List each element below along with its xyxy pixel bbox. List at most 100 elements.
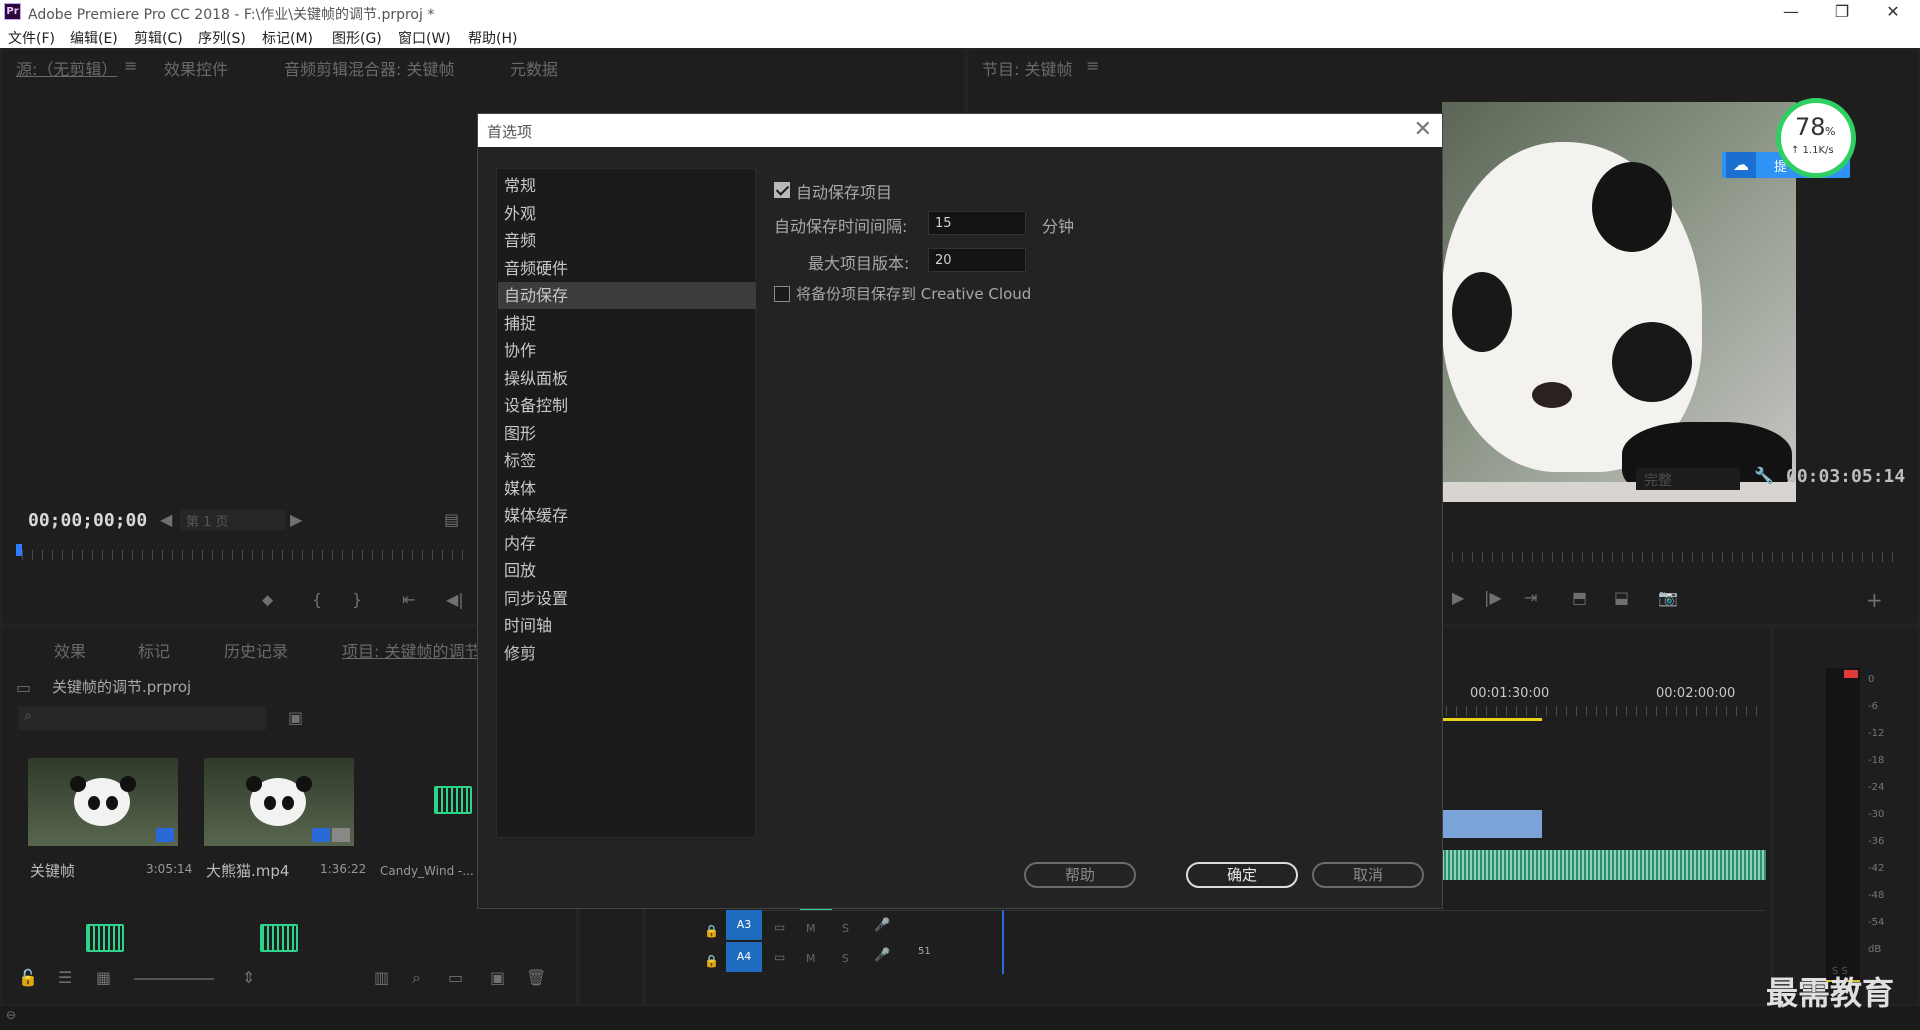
tab-source[interactable]: 源:（无剪辑） xyxy=(16,56,117,80)
lock-icon[interactable]: 🔒 xyxy=(704,954,719,968)
cloud-backup-checkbox[interactable] xyxy=(774,286,790,302)
maximize-button[interactable]: ❐ xyxy=(1827,2,1857,21)
automate-icon[interactable]: ▥ xyxy=(374,968,389,987)
wrench-icon[interactable]: 🔧 xyxy=(1754,466,1774,485)
category-playback[interactable]: 回放 xyxy=(498,557,756,584)
tab-effects[interactable]: 效果 xyxy=(54,638,86,662)
category-media-cache[interactable]: 媒体缓存 xyxy=(498,502,756,529)
clip-thumbnail-panda[interactable] xyxy=(204,758,354,846)
prev-page-icon[interactable]: ◀ xyxy=(160,510,172,529)
tab-program-menu-icon[interactable]: ≡ xyxy=(1086,56,1099,75)
new-bin-search-icon[interactable]: ▣ xyxy=(288,708,303,727)
category-media[interactable]: 媒体 xyxy=(498,475,756,502)
category-trim[interactable]: 修剪 xyxy=(498,640,756,667)
mark-in-icon[interactable]: { xyxy=(312,590,322,609)
solo-button[interactable]: S xyxy=(842,922,849,935)
source-timecode[interactable]: 00;00;00;00 xyxy=(28,510,147,531)
step-back-icon[interactable]: ◀| xyxy=(446,590,464,609)
go-to-out-icon[interactable]: ⇥ xyxy=(1524,588,1537,607)
new-item-icon[interactable]: ▣ xyxy=(490,968,505,987)
menu-file[interactable]: 文件(F) xyxy=(8,28,55,48)
mic-icon[interactable]: 🎤 xyxy=(874,948,890,963)
category-control-surface[interactable]: 操纵面板 xyxy=(498,365,756,392)
list-view-icon[interactable]: ☰ xyxy=(58,968,72,987)
network-speed-widget[interactable]: 78 % ↑ 1.1K/s xyxy=(1776,98,1856,178)
source-ruler[interactable] xyxy=(22,550,472,560)
new-bin-icon[interactable]: ▭ xyxy=(448,968,463,987)
timeline-ruler[interactable] xyxy=(1436,706,1766,716)
clip-name[interactable]: 大熊猫.mp4 xyxy=(206,860,289,881)
add-button-icon[interactable]: + xyxy=(1866,588,1883,612)
next-page-icon[interactable]: ▶ xyxy=(290,510,302,529)
menu-window[interactable]: 窗口(W) xyxy=(398,28,451,48)
project-search-input[interactable]: ⌕ xyxy=(18,706,266,730)
menu-clip[interactable]: 剪辑(C) xyxy=(134,28,183,48)
category-auto-save[interactable]: 自动保存 xyxy=(498,282,756,309)
close-window-button[interactable]: ✕ xyxy=(1878,2,1908,21)
solo-button[interactable]: S xyxy=(842,952,849,965)
mic-icon[interactable]: 🎤 xyxy=(874,918,890,933)
video-clip[interactable] xyxy=(1436,810,1542,838)
category-labels[interactable]: 标签 xyxy=(498,447,756,474)
tab-audio-clip-mixer[interactable]: 音频剪辑混合器: 关键帧 xyxy=(284,56,454,80)
tab-markers[interactable]: 标记 xyxy=(138,638,170,662)
sync-lock-icon[interactable]: ▭ xyxy=(774,950,785,964)
status-icon[interactable]: ⊖ xyxy=(6,1008,16,1022)
category-collaboration[interactable]: 协作 xyxy=(498,337,756,364)
tab-program[interactable]: 节目: 关键帧 xyxy=(982,56,1072,80)
clip-name[interactable]: 关键帧 xyxy=(30,860,75,881)
work-area-bar[interactable] xyxy=(1436,718,1542,721)
category-audio-hardware[interactable]: 音频硬件 xyxy=(498,255,756,282)
track-a4-target[interactable]: A4 xyxy=(726,942,762,972)
mute-button[interactable]: M xyxy=(806,922,816,935)
track-a3-target[interactable]: A3 xyxy=(726,910,762,940)
category-capture[interactable]: 捕捉 xyxy=(498,310,756,337)
tab-source-menu-icon[interactable]: ≡ xyxy=(124,56,137,75)
icon-view-icon[interactable]: ▦ xyxy=(96,968,111,987)
category-graphics[interactable]: 图形 xyxy=(498,420,756,447)
menu-help[interactable]: 帮助(H) xyxy=(468,28,517,48)
tab-effect-controls[interactable]: 效果控件 xyxy=(164,56,228,80)
interval-input[interactable]: 15 xyxy=(928,211,1026,235)
audio-clip-waveform[interactable] xyxy=(1436,850,1766,880)
lift-icon[interactable]: ⬒ xyxy=(1572,588,1587,607)
mute-button[interactable]: M xyxy=(806,952,816,965)
category-timeline[interactable]: 时间轴 xyxy=(498,612,756,639)
cancel-button[interactable]: 取消 xyxy=(1312,862,1424,888)
program-timecode[interactable]: 00:03:05:14 xyxy=(1786,466,1905,487)
lock-icon[interactable]: 🔒 xyxy=(704,924,719,938)
category-appearance[interactable]: 外观 xyxy=(498,200,756,227)
export-frame-icon[interactable]: 📷 xyxy=(1658,588,1678,607)
clip-name[interactable]: Candy_Wind -... xyxy=(380,864,474,878)
category-audio[interactable]: 音频 xyxy=(498,227,756,254)
zoom-slider[interactable] xyxy=(134,978,214,980)
category-memory[interactable]: 内存 xyxy=(498,530,756,557)
audio-clip-icon[interactable] xyxy=(86,924,124,952)
tab-project[interactable]: 项目: 关键帧的调节 xyxy=(342,638,480,662)
help-button[interactable]: 帮助 xyxy=(1024,862,1136,888)
step-forward-icon[interactable]: |▶ xyxy=(1484,588,1502,607)
extract-icon[interactable]: ⬓ xyxy=(1614,588,1629,607)
sort-icon[interactable]: ⇕ xyxy=(242,968,255,987)
mark-out-icon[interactable]: } xyxy=(352,590,362,609)
audio-clip-icon[interactable] xyxy=(434,786,472,814)
menu-sequence[interactable]: 序列(S) xyxy=(198,28,246,48)
category-device-control[interactable]: 设备控制 xyxy=(498,392,756,419)
ok-button[interactable]: 确定 xyxy=(1186,862,1298,888)
menu-graphics[interactable]: 图形(G) xyxy=(332,28,382,48)
max-versions-input[interactable]: 20 xyxy=(928,248,1026,272)
sync-lock-icon[interactable]: ▭ xyxy=(774,920,785,934)
page-select[interactable]: 第 1 页 xyxy=(180,510,286,530)
minimize-button[interactable]: — xyxy=(1776,2,1806,21)
tab-metadata[interactable]: 元数据 xyxy=(510,56,558,80)
program-ruler[interactable] xyxy=(1442,552,1896,562)
go-to-in-icon[interactable]: ⇤ xyxy=(402,590,415,609)
tab-history[interactable]: 历史记录 xyxy=(224,638,288,662)
timeline-playhead[interactable] xyxy=(1002,910,1004,974)
add-marker-icon[interactable]: ⬥ xyxy=(262,590,273,610)
category-sync-settings[interactable]: 同步设置 xyxy=(498,585,756,612)
menu-marker[interactable]: 标记(M) xyxy=(262,28,313,48)
menu-edit[interactable]: 编辑(E) xyxy=(70,28,118,48)
find-icon[interactable]: ⌕ xyxy=(412,968,421,988)
audio-clip-icon[interactable] xyxy=(260,924,298,952)
